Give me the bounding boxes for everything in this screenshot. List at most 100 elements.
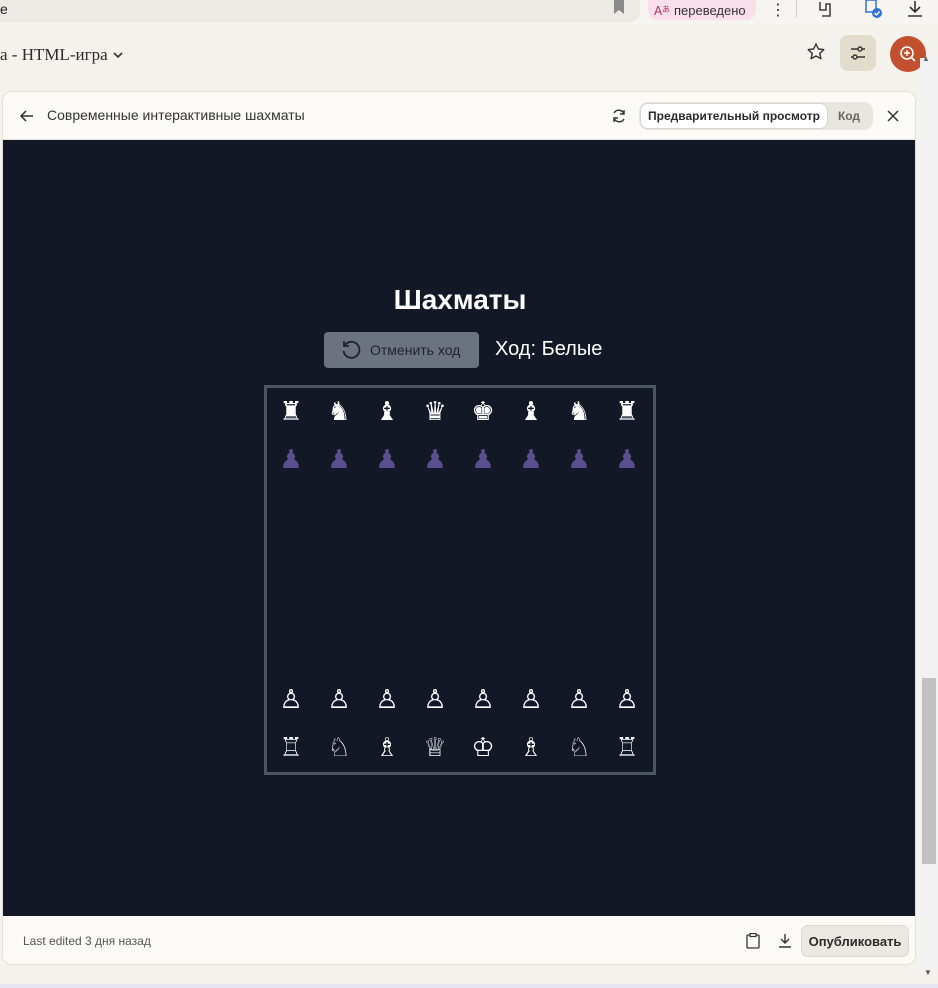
avatar-icon	[900, 46, 916, 62]
extensions-icon[interactable]	[816, 0, 834, 18]
arrow-left-icon	[19, 110, 33, 122]
board-square-empty[interactable]	[411, 628, 459, 676]
board-square-empty[interactable]	[507, 580, 555, 628]
board-square-knight-piece[interactable]: ♘	[555, 724, 603, 772]
board-square-pawn-piece[interactable]: ♙	[363, 676, 411, 724]
board-square-empty[interactable]	[411, 580, 459, 628]
undo-button[interactable]: Отменить ход	[324, 332, 479, 368]
artifact-header: Современные интерактивные шахматы Предва…	[3, 92, 915, 140]
translate-badge[interactable]: Aあ переведено	[648, 0, 756, 20]
board-square-empty[interactable]	[411, 532, 459, 580]
board-square-empty[interactable]	[363, 628, 411, 676]
board-square-queen-piece[interactable]: ♛	[411, 388, 459, 436]
board-square-empty[interactable]	[555, 580, 603, 628]
board-square-pawn-piece[interactable]: ♟	[267, 436, 315, 484]
board-square-empty[interactable]	[507, 628, 555, 676]
board-square-empty[interactable]	[315, 580, 363, 628]
translate-label: переведено	[674, 2, 746, 18]
artifact-panel: Современные интерактивные шахматы Предва…	[2, 91, 916, 965]
board-square-empty[interactable]	[507, 484, 555, 532]
more-menu-icon[interactable]: ⋮	[770, 0, 786, 20]
board-square-empty[interactable]	[603, 628, 651, 676]
board-square-empty[interactable]	[459, 532, 507, 580]
board-square-bishop-piece[interactable]: ♗	[507, 724, 555, 772]
chess-board: ♜ ♞ ♝ ♛ ♚ ♝ ♞ ♜ ♟ ♟ ♟ ♟ ♟ ♟ ♟ ♟ ♙ ♙ ♙ ♙ ♙ ♙ ♙ ♙ ♖ ♘ ♗ ♕ ♔ ♗ ♘ ♖	[264, 385, 656, 775]
copy-button[interactable]	[743, 931, 763, 951]
board-square-empty[interactable]	[411, 484, 459, 532]
board-square-empty[interactable]	[267, 580, 315, 628]
board-square-knight-piece[interactable]: ♞	[555, 388, 603, 436]
scroll-up-arrow-icon[interactable]: ▲	[922, 54, 930, 63]
back-button[interactable]	[17, 106, 37, 126]
board-square-pawn-piece[interactable]: ♟	[411, 436, 459, 484]
board-square-king-piece[interactable]: ♔	[459, 724, 507, 772]
board-square-knight-piece[interactable]: ♞	[315, 388, 363, 436]
board-square-knight-piece[interactable]: ♘	[315, 724, 363, 772]
board-square-bishop-piece[interactable]: ♗	[363, 724, 411, 772]
project-title-dropdown[interactable]: а - HTML-игра	[0, 45, 124, 65]
refresh-icon	[613, 109, 625, 123]
download-icon[interactable]	[906, 0, 924, 18]
board-square-pawn-piece[interactable]: ♙	[315, 676, 363, 724]
board-square-pawn-piece[interactable]: ♙	[507, 676, 555, 724]
board-square-empty[interactable]	[315, 532, 363, 580]
download-button[interactable]	[775, 931, 795, 951]
board-square-empty[interactable]	[363, 580, 411, 628]
board-square-empty[interactable]	[315, 484, 363, 532]
board-square-king-piece[interactable]: ♚	[459, 388, 507, 436]
board-square-rook-piece[interactable]: ♜	[603, 388, 651, 436]
board-square-empty[interactable]	[555, 532, 603, 580]
board-square-empty[interactable]	[603, 532, 651, 580]
tab-code[interactable]: Код	[827, 104, 871, 128]
tab-preview[interactable]: Предварительный просмотр	[641, 104, 827, 128]
board-square-queen-piece[interactable]: ♕	[411, 724, 459, 772]
app-header: а - HTML-игра	[0, 24, 938, 86]
close-button[interactable]	[883, 106, 903, 126]
board-square-empty[interactable]	[459, 628, 507, 676]
board-square-pawn-piece[interactable]: ♙	[459, 676, 507, 724]
publish-button[interactable]: Опубликовать	[801, 925, 909, 957]
board-square-empty[interactable]	[315, 628, 363, 676]
board-square-empty[interactable]	[363, 532, 411, 580]
board-square-pawn-piece[interactable]: ♟	[315, 436, 363, 484]
board-square-pawn-piece[interactable]: ♙	[555, 676, 603, 724]
project-title: а - HTML-игра	[0, 45, 108, 64]
scroll-down-arrow-icon[interactable]: ▼	[924, 968, 932, 977]
scrollbar-thumb[interactable]	[922, 678, 936, 864]
board-square-empty[interactable]	[603, 580, 651, 628]
board-square-pawn-piece[interactable]: ♟	[603, 436, 651, 484]
board-square-empty[interactable]	[267, 628, 315, 676]
artifact-title: Современные интерактивные шахматы	[47, 107, 305, 123]
board-square-pawn-piece[interactable]: ♙	[267, 676, 315, 724]
settings-button[interactable]	[840, 35, 876, 71]
board-square-rook-piece[interactable]: ♖	[603, 724, 651, 772]
board-square-empty[interactable]	[267, 484, 315, 532]
board-square-pawn-piece[interactable]: ♟	[363, 436, 411, 484]
board-square-bishop-piece[interactable]: ♝	[507, 388, 555, 436]
svg-text:あ: あ	[662, 5, 670, 14]
board-square-pawn-piece[interactable]: ♟	[507, 436, 555, 484]
board-square-empty[interactable]	[507, 532, 555, 580]
board-square-bishop-piece[interactable]: ♝	[363, 388, 411, 436]
clipboard-icon	[746, 933, 760, 949]
close-icon	[887, 110, 899, 122]
board-square-empty[interactable]	[555, 628, 603, 676]
board-square-empty[interactable]	[555, 484, 603, 532]
board-square-rook-piece[interactable]: ♖	[267, 724, 315, 772]
board-square-pawn-piece[interactable]: ♟	[459, 436, 507, 484]
board-square-empty[interactable]	[363, 484, 411, 532]
board-square-pawn-piece[interactable]: ♙	[603, 676, 651, 724]
extension-badge-icon[interactable]	[864, 0, 882, 18]
bookmark-icon[interactable]	[612, 0, 626, 14]
board-square-pawn-piece[interactable]: ♙	[411, 676, 459, 724]
star-icon	[807, 43, 825, 60]
board-square-empty[interactable]	[459, 484, 507, 532]
address-bar[interactable]: e	[0, 0, 640, 22]
board-square-rook-piece[interactable]: ♜	[267, 388, 315, 436]
board-square-empty[interactable]	[267, 532, 315, 580]
refresh-button[interactable]	[609, 106, 629, 126]
board-square-empty[interactable]	[459, 580, 507, 628]
star-button[interactable]	[802, 38, 830, 66]
board-square-pawn-piece[interactable]: ♟	[555, 436, 603, 484]
board-square-empty[interactable]	[603, 484, 651, 532]
